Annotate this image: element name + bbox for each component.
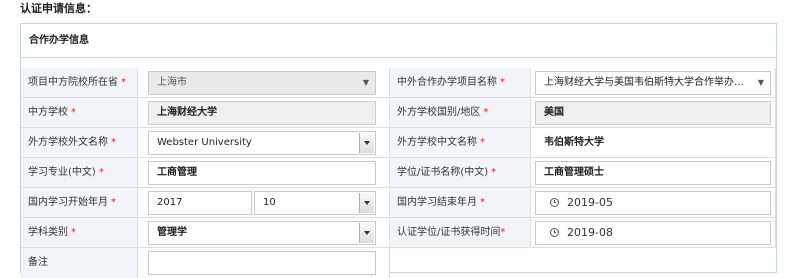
section-title: 合作办学信息 bbox=[21, 24, 776, 58]
major-label: 学习专业(中文) * bbox=[21, 158, 138, 188]
project-name-value: 上海财经大学与美国韦伯斯特大学合作举办工商管理硕士学位教育项目 bbox=[544, 77, 748, 88]
required-mark: * bbox=[491, 167, 497, 178]
foreign-school-en-label-text: 外方学校外文名称 bbox=[28, 137, 108, 148]
degree-name-input[interactable]: 工商管理硕士 bbox=[535, 161, 771, 185]
foreign-school-en-value: Webster University bbox=[157, 137, 252, 148]
remarks-input[interactable] bbox=[148, 251, 376, 275]
study-end-date-picker[interactable]: 2019-05 bbox=[535, 191, 771, 215]
required-mark: * bbox=[480, 197, 485, 208]
degree-time-label-text: 认证学位/证书获得时间 bbox=[397, 227, 501, 238]
major-cell: 工商管理 bbox=[138, 158, 390, 188]
cn-school-cell: 上海财经大学 bbox=[138, 98, 390, 128]
clock-icon bbox=[550, 228, 559, 237]
required-mark: * bbox=[480, 137, 485, 148]
study-end-value: 2019-05 bbox=[567, 196, 613, 209]
required-mark: * bbox=[111, 137, 116, 148]
required-mark: * bbox=[121, 77, 126, 88]
foreign-country-field[interactable]: 美国 bbox=[535, 101, 771, 125]
project-name-label: 中外合作办学项目名称 * bbox=[390, 68, 531, 98]
foreign-school-cn-label-text: 外方学校中文名称 bbox=[397, 137, 477, 148]
cn-school-label: 中方学校 * bbox=[21, 98, 138, 128]
chevron-down-icon: ▼ bbox=[362, 78, 369, 87]
subject-select[interactable]: 管理学 bbox=[148, 221, 376, 245]
required-mark: * bbox=[500, 77, 505, 88]
subject-label: 学科类别 * bbox=[21, 218, 138, 248]
subject-label-text: 学科类别 bbox=[28, 227, 68, 238]
dropdown-arrow-icon[interactable] bbox=[359, 193, 374, 213]
province-select[interactable]: 上海市 ▼ bbox=[148, 71, 376, 95]
chevron-down-icon: ▼ bbox=[757, 78, 764, 87]
required-mark: * bbox=[111, 197, 116, 208]
page-heading: 认证申请信息： bbox=[20, 2, 97, 15]
foreign-school-cn-label: 外方学校中文名称 * bbox=[390, 128, 531, 158]
project-name-select[interactable]: 上海财经大学与美国韦伯斯特大学合作举办工商管理硕士学位教育项目 ▼ bbox=[535, 71, 771, 95]
required-mark: * bbox=[500, 227, 506, 238]
province-label: 项目中方院校所在省 * bbox=[21, 68, 138, 98]
required-mark: * bbox=[98, 167, 104, 178]
degree-time-label: 认证学位/证书获得时间* bbox=[390, 218, 531, 248]
required-mark: * bbox=[71, 107, 76, 118]
degree-name-label: 学位/证书名称(中文) * bbox=[390, 158, 531, 188]
degree-time-date-picker[interactable]: 2019-08 bbox=[535, 221, 771, 245]
cooperation-info-panel: 合作办学信息 项目中方院校所在省 * 上海市 ▼ 中外合作办学项目名称 * 上海财经… bbox=[20, 23, 777, 278]
foreign-country-label-text: 外方学校国别/地区 bbox=[397, 107, 481, 118]
major-label-text: 学习专业(中文) bbox=[28, 167, 96, 178]
study-start-month-select[interactable]: 10 bbox=[254, 191, 376, 215]
study-start-month-value: 10 bbox=[263, 197, 276, 208]
foreign-country-label: 外方学校国别/地区 * bbox=[390, 98, 531, 128]
study-start-year-input[interactable]: 2017 bbox=[148, 191, 252, 215]
degree-name-cell: 工商管理硕士 bbox=[531, 158, 776, 188]
foreign-school-cn-field: 韦伯斯特大学 bbox=[535, 131, 771, 155]
cn-school-label-text: 中方学校 bbox=[28, 107, 68, 118]
study-end-label-text: 国内学习结束年月 bbox=[397, 197, 477, 208]
foreign-school-en-select[interactable]: Webster University bbox=[148, 131, 376, 155]
degree-time-value: 2019-08 bbox=[567, 226, 613, 239]
dropdown-arrow-icon[interactable] bbox=[359, 133, 374, 153]
province-label-text: 项目中方院校所在省 bbox=[28, 77, 118, 88]
study-start-label-text: 国内学习开始年月 bbox=[28, 197, 108, 208]
dropdown-arrow-icon[interactable] bbox=[359, 223, 374, 243]
foreign-school-cn-cell: 韦伯斯特大学 bbox=[531, 128, 776, 158]
cn-school-field[interactable]: 上海财经大学 bbox=[148, 101, 376, 125]
foreign-country-cell: 美国 bbox=[531, 98, 776, 128]
project-name-cell: 上海财经大学与美国韦伯斯特大学合作举办工商管理硕士学位教育项目 ▼ bbox=[531, 68, 776, 98]
degree-time-cell: 2019-08 bbox=[531, 218, 776, 248]
province-cell: 上海市 ▼ bbox=[138, 68, 390, 98]
clock-icon bbox=[550, 198, 559, 207]
foreign-school-en-cell: Webster University bbox=[138, 128, 390, 158]
subject-cell: 管理学 bbox=[138, 218, 390, 248]
study-end-label: 国内学习结束年月 * bbox=[390, 188, 531, 218]
province-value: 上海市 bbox=[157, 77, 187, 88]
project-name-label-text: 中外合作办学项目名称 bbox=[397, 77, 497, 88]
required-mark: * bbox=[71, 227, 76, 238]
foreign-school-en-label: 外方学校外文名称 * bbox=[21, 128, 138, 158]
degree-name-label-text: 学位/证书名称(中文) bbox=[397, 167, 489, 178]
study-end-cell: 2019-05 bbox=[531, 188, 776, 218]
study-start-label: 国内学习开始年月 * bbox=[21, 188, 138, 218]
major-input[interactable]: 工商管理 bbox=[148, 161, 376, 185]
required-mark: * bbox=[483, 107, 489, 118]
subject-value: 管理学 bbox=[157, 227, 187, 238]
study-start-cell: 2017 10 bbox=[138, 188, 390, 218]
remarks-label-text: 备注 bbox=[28, 257, 48, 268]
